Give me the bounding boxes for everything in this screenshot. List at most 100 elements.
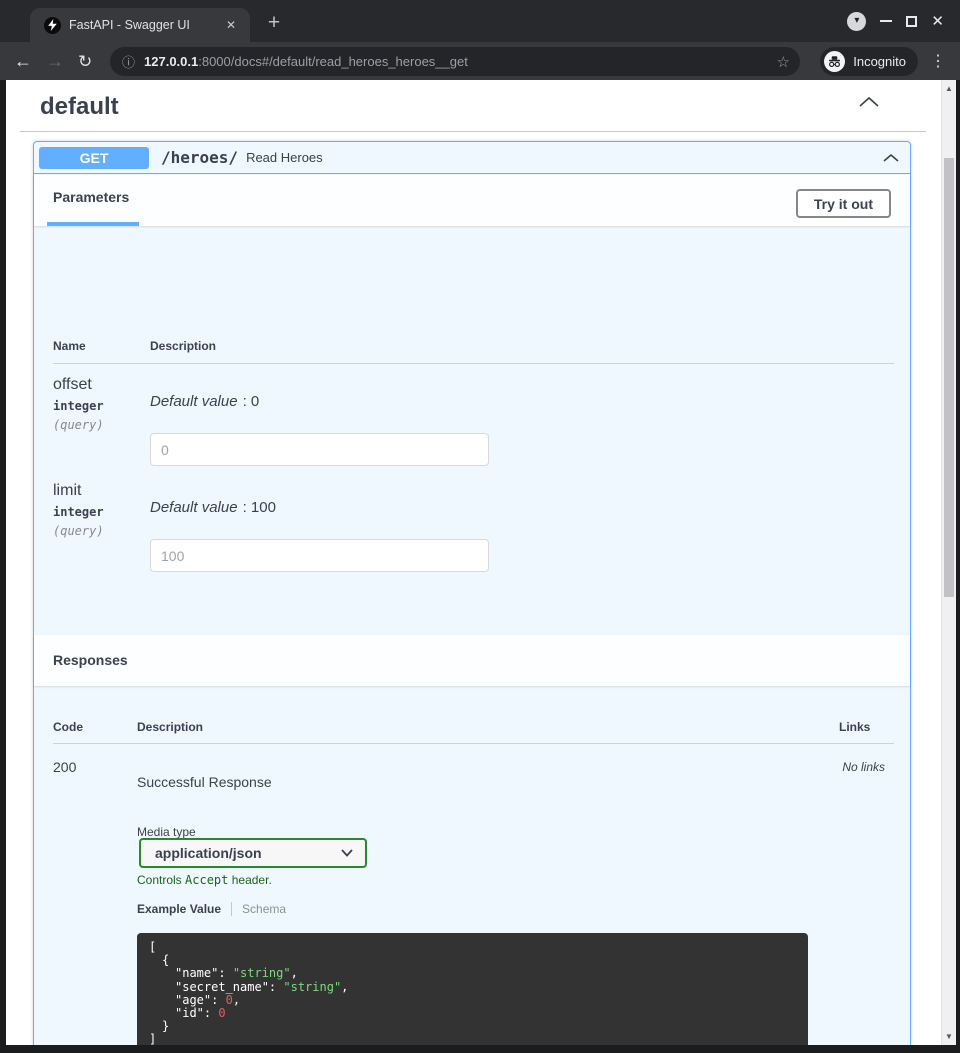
parameters-header: Parameters Try it out bbox=[34, 175, 910, 226]
param-type-offset: integer bbox=[53, 399, 104, 413]
browser-toolbar: ← → ↻ ⓘ 127.0.0.1:8000/docs#/default/rea… bbox=[0, 42, 960, 80]
code-line: "id": 0 bbox=[149, 1007, 796, 1020]
param-default-limit: Default value : 100 bbox=[150, 499, 276, 516]
bookmark-star-icon[interactable]: ☆ bbox=[777, 53, 790, 71]
opblock-collapse-icon[interactable] bbox=[882, 153, 900, 163]
code-comma: , bbox=[291, 966, 298, 980]
resp-col-code: Code bbox=[53, 720, 83, 734]
minimize-button[interactable] bbox=[880, 20, 892, 22]
param-in-limit: (query) bbox=[53, 524, 104, 538]
code-colon: : bbox=[269, 980, 283, 994]
param-type-limit: integer bbox=[53, 505, 104, 519]
code-line: [ bbox=[149, 941, 796, 954]
tab-search-icon[interactable]: ▾ bbox=[847, 12, 866, 31]
default-label: Default value bbox=[150, 499, 238, 516]
code-key: "id" bbox=[175, 1006, 204, 1020]
url-host: 127.0.0.1 bbox=[144, 54, 198, 69]
url-text: 127.0.0.1:8000/docs#/default/read_heroes… bbox=[144, 54, 769, 69]
back-icon[interactable]: ← bbox=[14, 52, 32, 70]
code-line: ] bbox=[149, 1033, 796, 1045]
forward-icon: → bbox=[46, 52, 64, 70]
responses-title: Responses bbox=[53, 652, 128, 668]
page: default GET /heroes/ Read Heroes Paramet… bbox=[6, 80, 956, 1045]
resp-col-description: Description bbox=[137, 720, 203, 734]
site-info-icon[interactable]: ⓘ bbox=[122, 52, 135, 71]
browser-titlebar: FastAPI - Swagger UI ✕ + ▾ ✕ bbox=[0, 0, 960, 42]
code-colon: : bbox=[218, 966, 232, 980]
opblock-get-heroes: GET /heroes/ Read Heroes Parameters Try … bbox=[33, 141, 911, 1045]
param-default-offset: Default value : 0 bbox=[150, 393, 259, 410]
resp-table-divider bbox=[53, 743, 894, 744]
code-key: "secret_name" bbox=[175, 980, 269, 994]
page-scrollbar[interactable]: ▲ ▼ bbox=[941, 80, 956, 1045]
try-it-out-button[interactable]: Try it out bbox=[796, 189, 891, 218]
fastapi-favicon-icon bbox=[44, 17, 61, 34]
media-type-label: Media type bbox=[137, 825, 196, 839]
endpoint-path: /heroes/ bbox=[161, 148, 238, 167]
code-line: } bbox=[149, 1020, 796, 1033]
accept-header-note: Controls Accept header. bbox=[137, 873, 272, 887]
default-label: Default value bbox=[150, 393, 238, 410]
browser-tab[interactable]: FastAPI - Swagger UI ✕ bbox=[30, 8, 250, 42]
media-type-select[interactable]: application/json bbox=[139, 838, 367, 868]
incognito-badge: Incognito bbox=[820, 47, 918, 76]
param-input-offset[interactable] bbox=[150, 433, 489, 466]
code-colon: : bbox=[211, 993, 225, 1007]
code-string-value: "string" bbox=[233, 966, 291, 980]
tab-title: FastAPI - Swagger UI bbox=[69, 18, 222, 32]
code-string-value: "string" bbox=[283, 980, 341, 994]
code-number-value: 0 bbox=[226, 993, 233, 1007]
window-close-button[interactable]: ✕ bbox=[931, 14, 944, 29]
swagger-ui: default GET /heroes/ Read Heroes Paramet… bbox=[6, 80, 941, 1045]
code-line: "age": 0, bbox=[149, 994, 796, 1007]
example-code-block: [ { "name": "string", "secret_name": "st… bbox=[137, 933, 808, 1045]
tab-schema[interactable]: Schema bbox=[242, 902, 286, 916]
active-tab-underline bbox=[47, 222, 139, 226]
endpoint-summary: Read Heroes bbox=[246, 150, 882, 165]
media-type-value: application/json bbox=[155, 845, 341, 861]
scroll-up-icon[interactable]: ▲ bbox=[942, 84, 956, 93]
note-suffix: header. bbox=[232, 873, 272, 887]
section-divider bbox=[20, 131, 926, 132]
code-colon: : bbox=[204, 1006, 218, 1020]
chevron-down-icon bbox=[341, 849, 353, 857]
code-comma: , bbox=[341, 980, 348, 994]
response-code-200: 200 bbox=[53, 759, 76, 775]
param-in-offset: (query) bbox=[53, 418, 104, 432]
scroll-down-icon[interactable]: ▼ bbox=[942, 1032, 956, 1041]
tab-close-icon[interactable]: ✕ bbox=[222, 16, 240, 34]
code-number-value: 0 bbox=[218, 1006, 225, 1020]
scrollbar-thumb[interactable] bbox=[944, 158, 954, 597]
section-collapse-icon[interactable] bbox=[858, 96, 880, 108]
param-table-divider bbox=[53, 363, 894, 364]
maximize-button[interactable] bbox=[906, 16, 917, 27]
response-desc-200: Successful Response bbox=[137, 774, 272, 790]
code-key: "age" bbox=[175, 993, 211, 1007]
resp-col-links: Links bbox=[839, 720, 870, 734]
method-badge: GET bbox=[39, 147, 149, 169]
incognito-label: Incognito bbox=[853, 54, 906, 69]
browser-menu-icon[interactable]: ⋮ bbox=[930, 51, 946, 71]
url-path: :8000/docs#/default/read_heroes_heroes__… bbox=[198, 54, 468, 69]
tab-parameters[interactable]: Parameters bbox=[53, 189, 129, 205]
tab-separator bbox=[231, 902, 232, 916]
opblock-summary[interactable]: GET /heroes/ Read Heroes bbox=[34, 142, 910, 174]
incognito-icon bbox=[824, 51, 845, 72]
section-title[interactable]: default bbox=[40, 93, 119, 121]
reload-icon[interactable]: ↻ bbox=[78, 53, 92, 70]
url-bar[interactable]: ⓘ 127.0.0.1:8000/docs#/default/read_hero… bbox=[110, 47, 800, 76]
note-prefix: Controls bbox=[137, 873, 182, 887]
param-col-name: Name bbox=[53, 339, 86, 353]
model-example-tabs: Example Value Schema bbox=[137, 902, 286, 916]
default-value: : 100 bbox=[243, 499, 276, 516]
code-line: "secret_name": "string", bbox=[149, 981, 796, 994]
param-input-limit[interactable] bbox=[150, 539, 489, 572]
default-value: : 0 bbox=[243, 393, 260, 410]
response-links-200: No links bbox=[842, 760, 885, 774]
new-tab-button[interactable]: + bbox=[260, 10, 288, 38]
param-name-limit: limit bbox=[53, 482, 81, 500]
responses-header: Responses bbox=[34, 635, 910, 686]
tab-example-value[interactable]: Example Value bbox=[137, 902, 221, 916]
code-comma: , bbox=[233, 993, 240, 1007]
param-col-description: Description bbox=[150, 339, 216, 353]
